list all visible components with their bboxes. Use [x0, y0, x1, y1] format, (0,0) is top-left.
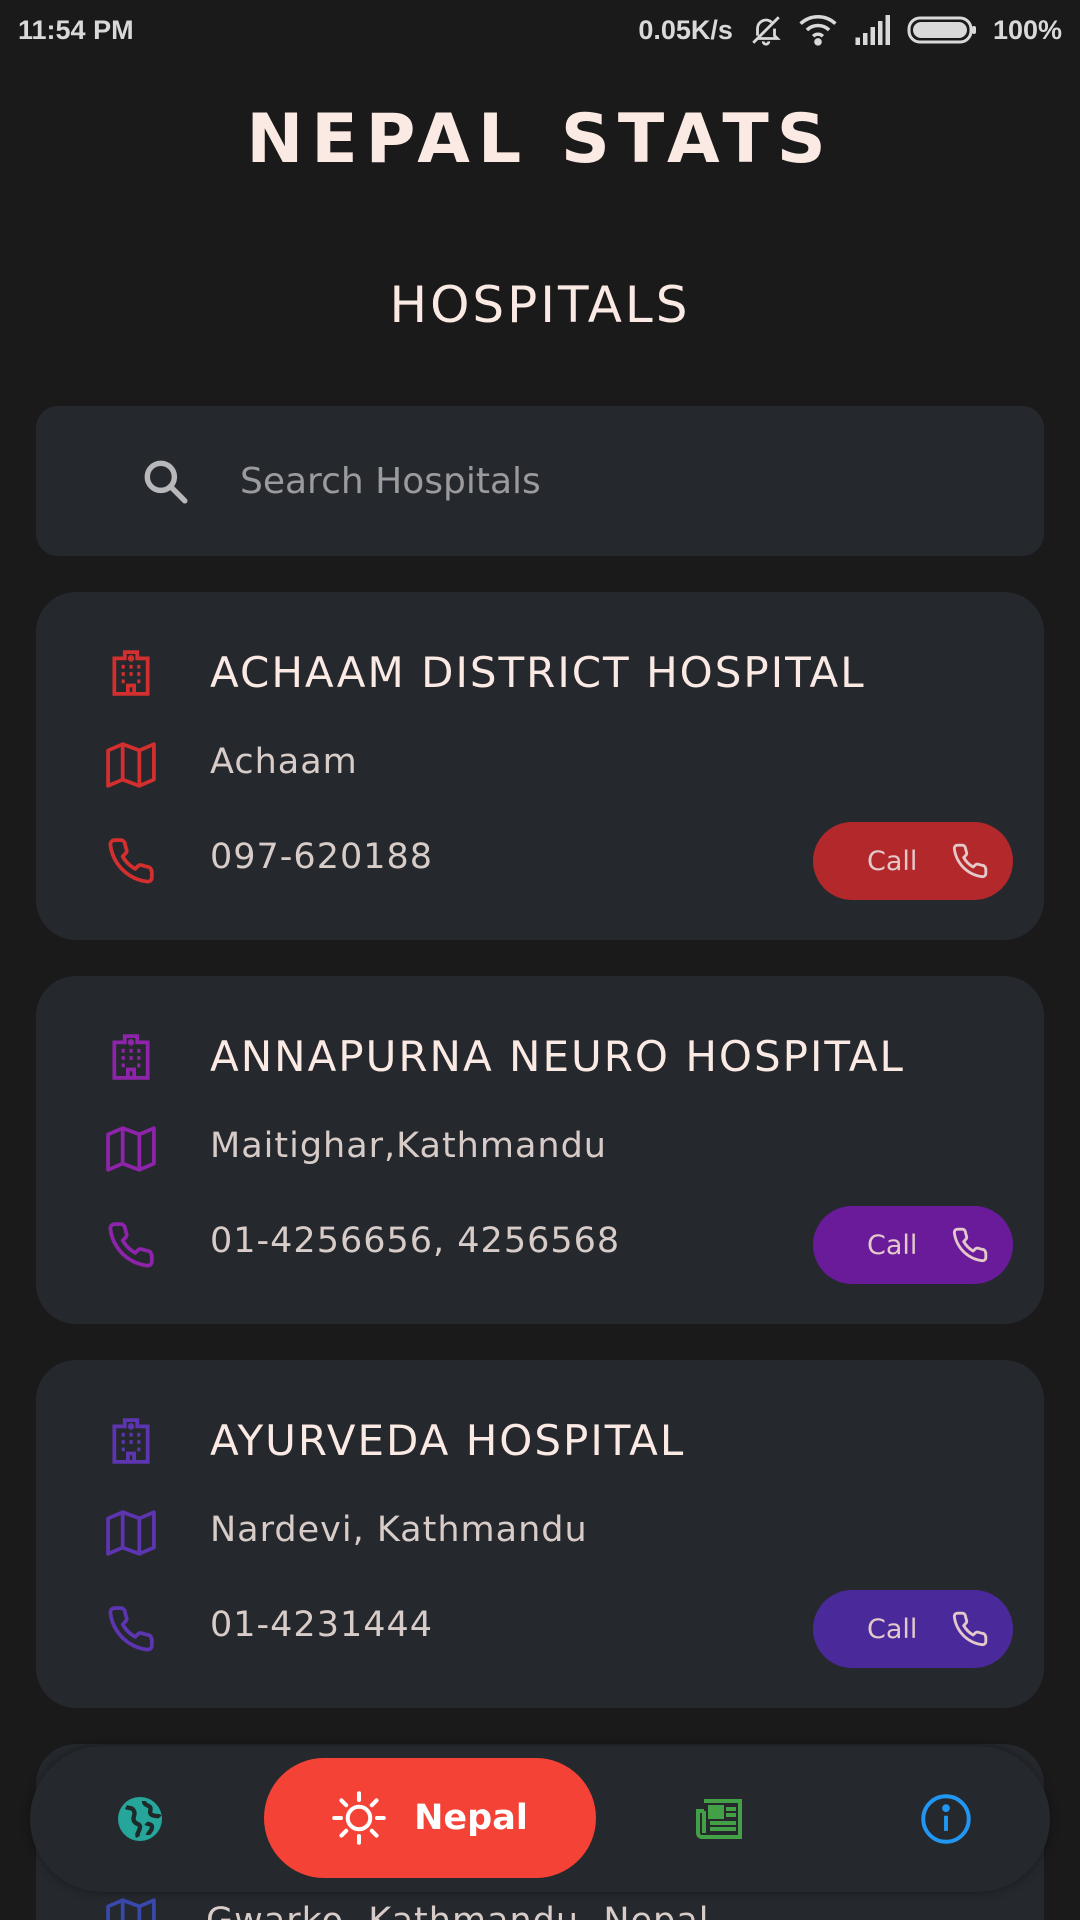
call-button[interactable]: Call — [813, 822, 1013, 900]
call-button[interactable]: Call — [813, 1590, 1013, 1668]
call-button[interactable]: Call — [813, 1206, 1013, 1284]
hospital-icon — [112, 1418, 150, 1464]
nav-nepal-label: Nepal — [414, 1798, 528, 1838]
hospital-phone: 097-620188 — [210, 837, 434, 877]
hospital-card: AYURVEDA HOSPITAL Nardevi, Kathmandu 01-… — [36, 1360, 1044, 1708]
screen: 11:54 PM 0.05K/s 100% NEPAL STATS HOSPIT… — [0, 0, 1080, 1920]
map-icon — [106, 1126, 156, 1172]
nav-nepal[interactable]: Nepal — [264, 1758, 596, 1878]
hospital-address: Gwarko, Kathmandu, Nepal — [206, 1901, 709, 1920]
call-label: Call — [867, 845, 918, 877]
newspaper-icon — [696, 1799, 742, 1839]
hospital-address: Achaam — [210, 742, 358, 782]
status-bar: 11:54 PM 0.05K/s 100% — [0, 0, 1080, 60]
map-icon — [106, 1898, 156, 1920]
sun-icon — [332, 1791, 386, 1845]
search-input[interactable] — [240, 446, 1000, 516]
battery-level: 100% — [992, 14, 1062, 45]
signal-icon — [855, 15, 890, 45]
hospital-address: Maitighar,Kathmandu — [210, 1126, 607, 1166]
app-title: NEPAL STATS — [246, 100, 834, 179]
hospital-address: Nardevi, Kathmandu — [210, 1510, 588, 1550]
hospital-icon — [112, 1034, 150, 1080]
phone-icon — [953, 1227, 988, 1263]
bottom-nav: Nepal — [30, 1746, 1050, 1892]
hospital-name: ANNAPURNA NEURO HOSPITAL — [210, 1032, 905, 1081]
net-speed: 0.05K/s — [638, 14, 733, 45]
hospital-address-row: Gwarko, Kathmandu, Nepal — [106, 1892, 1006, 1920]
nav-news[interactable] — [672, 1746, 772, 1892]
nav-world[interactable] — [90, 1746, 190, 1892]
map-icon — [106, 742, 156, 788]
map-icon — [106, 1510, 156, 1556]
nav-info[interactable] — [896, 1746, 996, 1892]
call-label: Call — [867, 1229, 918, 1261]
phone-icon — [108, 1606, 154, 1652]
search-box[interactable] — [36, 406, 1044, 556]
hospital-phone: 01-4256656, 4256568 — [210, 1221, 621, 1261]
globe-icon — [118, 1797, 162, 1841]
status-icons: 0.05K/s 100% — [638, 13, 1062, 47]
hospital-name: AYURVEDA HOSPITAL — [210, 1416, 686, 1465]
info-icon — [921, 1794, 971, 1844]
phone-icon — [953, 1611, 988, 1647]
wifi-icon — [799, 14, 837, 46]
phone-icon — [108, 838, 154, 884]
call-label: Call — [867, 1613, 918, 1645]
status-time: 11:54 PM — [18, 14, 134, 45]
hospital-card: ANNAPURNA NEURO HOSPITAL Maitighar,Kathm… — [36, 976, 1044, 1324]
section-title: HOSPITALS — [389, 276, 691, 334]
search-icon — [144, 460, 188, 504]
mute-bell-icon — [752, 16, 781, 46]
battery-icon — [907, 16, 976, 44]
hospital-name: ACHAAM DISTRICT HOSPITAL — [210, 648, 866, 697]
phone-icon — [953, 843, 988, 879]
hospital-card: ACHAAM DISTRICT HOSPITAL Achaam 097-6201… — [36, 592, 1044, 940]
phone-icon — [108, 1222, 154, 1268]
hospital-phone: 01-4231444 — [210, 1605, 434, 1645]
hospital-icon — [112, 650, 150, 696]
